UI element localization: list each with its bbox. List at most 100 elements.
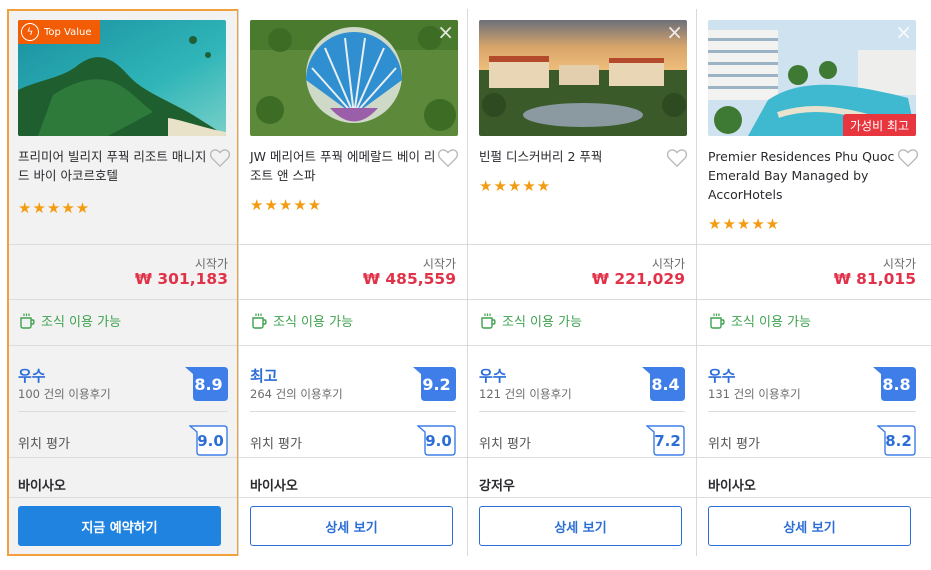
hotel-card-2[interactable]: × JW 메리어트 푸꿕 에메랄드 베이 리조트 앤 스파 ★★★★★ 시작가 … — [238, 9, 467, 556]
close-icon[interactable]: × — [895, 22, 912, 42]
divider — [468, 497, 696, 498]
close-icon[interactable]: × — [437, 22, 454, 42]
top-value-label: Top Value — [44, 26, 92, 38]
hotel-card-3[interactable]: × 빈펄 디스커버리 2 푸꿕 ★★★★★ 시작가 ₩ 221,029 조식 이… — [467, 9, 696, 556]
hotel-card-4[interactable]: × 가성비 최고 Premier Residences Phu Quoc Eme… — [696, 9, 931, 556]
location-score-value: 8.2 — [885, 431, 912, 450]
divider — [18, 411, 228, 412]
price: ₩ 485,559 — [362, 270, 456, 288]
score-badge: 9.2 — [413, 367, 456, 401]
close-icon[interactable]: × — [666, 22, 683, 42]
area-name: 강저우 — [479, 479, 515, 494]
divider — [697, 244, 931, 245]
divider — [239, 299, 467, 300]
location-label: 위치 평가 — [479, 437, 531, 452]
heart-icon[interactable] — [666, 148, 688, 168]
score-badge: 8.8 — [873, 367, 916, 401]
hotel-photo[interactable]: ϟ Top Value — [18, 20, 226, 136]
divider — [697, 497, 931, 498]
divider — [9, 244, 237, 245]
divider — [468, 299, 696, 300]
score-badge: 8.4 — [642, 367, 685, 401]
breakfast-info: 조식 이용 가능 — [18, 311, 121, 330]
divider — [468, 244, 696, 245]
location-label: 위치 평가 — [708, 437, 760, 452]
rating-word: 우수 — [708, 367, 736, 385]
divider — [239, 345, 467, 346]
book-now-button[interactable]: 지금 예약하기 — [18, 506, 221, 546]
divider — [9, 497, 237, 498]
score-value: 8.8 — [882, 374, 911, 394]
breakfast-info: 조식 이용 가능 — [250, 311, 353, 330]
rating-word: 우수 — [479, 367, 507, 385]
photo-image — [479, 20, 687, 136]
review-count[interactable]: 264 건의 이용후기 — [250, 386, 343, 402]
location-score-badge: 9.0 — [417, 425, 456, 456]
review-count[interactable]: 100 건의 이용후기 — [18, 386, 111, 402]
view-details-button[interactable]: 상세 보기 — [708, 506, 911, 546]
location-label: 위치 평가 — [250, 437, 302, 452]
coffee-cup-icon — [710, 313, 725, 329]
divider — [9, 457, 237, 458]
review-count[interactable]: 131 건의 이용후기 — [708, 386, 801, 402]
hotel-name[interactable]: 빈펄 디스커버리 2 푸꿕 — [479, 147, 669, 166]
score-badge: 8.9 — [185, 367, 228, 401]
heart-icon[interactable] — [209, 148, 231, 168]
location-score-value: 9.0 — [425, 431, 452, 450]
coffee-cup-icon — [252, 313, 267, 329]
star-rating: ★★★★★ — [708, 215, 781, 233]
divider — [708, 411, 916, 412]
location-score-badge: 7.2 — [646, 425, 685, 456]
score-value: 8.9 — [194, 374, 223, 394]
star-rating: ★★★★★ — [250, 196, 323, 214]
star-rating: ★★★★★ — [18, 199, 91, 217]
review-count[interactable]: 121 건의 이용후기 — [479, 386, 572, 402]
divider — [9, 345, 237, 346]
rating-word: 우수 — [18, 367, 46, 385]
heart-icon[interactable] — [437, 148, 459, 168]
view-details-button[interactable]: 상세 보기 — [479, 506, 682, 546]
photo-image — [250, 20, 458, 136]
divider — [697, 457, 931, 458]
hotel-photo[interactable]: × — [250, 20, 458, 136]
star-rating: ★★★★★ — [479, 177, 552, 195]
divider — [468, 345, 696, 346]
hotel-name[interactable]: Premier Residences Phu Quoc Emerald Bay … — [708, 147, 900, 204]
view-details-button[interactable]: 상세 보기 — [250, 506, 453, 546]
location-score-badge: 9.0 — [189, 425, 228, 456]
price: ₩ 301,183 — [134, 270, 228, 288]
divider — [468, 457, 696, 458]
divider — [250, 411, 456, 412]
hotel-photo[interactable]: × 가성비 최고 — [708, 20, 916, 136]
area-name: 바이사오 — [250, 479, 298, 494]
coffee-cup-icon — [20, 313, 35, 329]
score-value: 9.2 — [422, 374, 451, 394]
area-name: 바이사오 — [708, 479, 756, 494]
location-score-badge: 8.2 — [877, 425, 916, 456]
area-name: 바이사오 — [18, 479, 66, 494]
rating-word: 최고 — [250, 367, 278, 385]
divider — [239, 497, 467, 498]
price: ₩ 221,029 — [591, 270, 685, 288]
best-value-badge: 가성비 최고 — [842, 114, 916, 136]
divider — [239, 244, 467, 245]
location-score-value: 9.0 — [197, 431, 224, 450]
breakfast-label: 조식 이용 가능 — [41, 315, 122, 330]
breakfast-label: 조식 이용 가능 — [731, 315, 812, 330]
top-value-badge: ϟ Top Value — [18, 20, 100, 44]
breakfast-label: 조식 이용 가능 — [273, 315, 354, 330]
coffee-cup-icon — [481, 313, 496, 329]
hotel-name[interactable]: 프리미어 빌리지 푸꿕 리조트 매니지드 바이 아코르호텔 — [18, 147, 208, 185]
hotel-photo[interactable]: × — [479, 20, 687, 136]
divider — [239, 457, 467, 458]
divider — [697, 345, 931, 346]
location-label: 위치 평가 — [18, 437, 70, 452]
top-value-icon: ϟ — [21, 23, 39, 41]
breakfast-info: 조식 이용 가능 — [479, 311, 582, 330]
location-score-value: 7.2 — [654, 431, 681, 450]
score-value: 8.4 — [651, 374, 680, 394]
hotel-card-1[interactable]: ϟ Top Value 프리미어 빌리지 푸꿕 리조트 매니지드 바이 아코르호… — [7, 9, 239, 556]
hotel-name[interactable]: JW 메리어트 푸꿕 에메랄드 베이 리조트 앤 스파 — [250, 147, 440, 185]
divider — [9, 299, 237, 300]
heart-icon[interactable] — [897, 148, 919, 168]
